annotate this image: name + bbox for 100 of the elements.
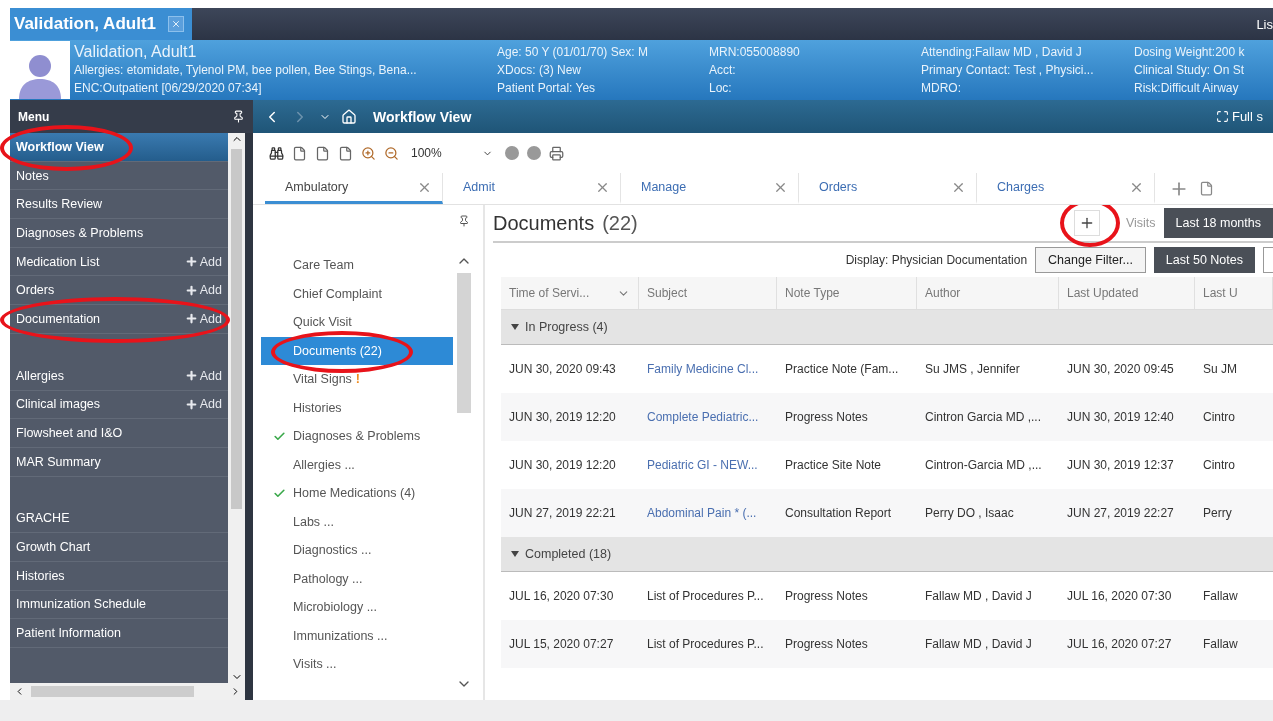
title-bar-link[interactable]: Lis [1256,16,1273,32]
page-icon[interactable] [338,145,353,161]
add-button[interactable]: Add [184,397,222,412]
column-header[interactable]: Time of Servi... [501,277,639,309]
table-cell-text: Progress Notes [784,410,869,424]
nav-item[interactable]: Vital Signs ! [261,365,453,394]
nav-item[interactable]: Chief Complaint [261,279,453,308]
zoom-out-icon[interactable] [384,145,399,161]
check-icon [273,486,286,500]
page-icon[interactable] [1199,181,1214,196]
horizontal-scrollbar[interactable] [10,683,245,700]
add-button[interactable]: Add [184,311,222,326]
subject-link[interactable]: Family Medicine Cl... [639,362,777,376]
display-label: Display: Physician Documentation [845,253,1028,267]
tab[interactable]: Manage [621,173,799,204]
table-cell-text: JUN 30, 2020 09:43 [508,362,617,376]
table-cell-text: Fallaw [1202,589,1239,603]
table-cell-text: List of Procedures P... [646,637,765,651]
nav-item[interactable]: Care Team [261,251,453,280]
column-header[interactable]: Last U [1195,277,1273,309]
plus-icon [184,369,198,383]
banner-text: Clinical Study: On St [1134,62,1246,79]
table-cell-text: Perry DO , Isaac [924,506,1015,520]
banner-text: Allergies: etomidate, Tylenol PM, bee pollen, Bee Stings, Bena... [74,62,418,79]
menu-title: Menu [18,109,50,124]
column-header[interactable]: Note Type [777,277,917,309]
maximize-icon [1215,110,1229,123]
table-cell-text: Progress Notes [784,589,869,603]
subject-link[interactable]: Pediatric GI - NEW... [639,458,777,472]
table-cell-text: JUN 30, 2019 12:40 [1066,410,1175,424]
add-button[interactable]: Add [184,254,222,269]
nav-item[interactable]: Immunizations ... [261,621,453,650]
column-header[interactable]: Subject [639,277,777,309]
home-icon[interactable] [341,108,357,125]
patient-name: Validation, Adult1 [74,43,198,61]
nav-item[interactable]: Visits ... [261,650,453,679]
subject-link[interactable]: Abdominal Pain * (... [639,506,777,520]
table-cell-text: List of Procedures P... [646,589,765,603]
nav-item[interactable]: Documents (22) [261,336,453,365]
table-cell-text: JUL 16, 2020 07:27 [1066,637,1173,651]
nav-item[interactable]: Diagnostics ... [261,536,453,565]
menu-item[interactable]: Documentation Add [10,305,228,334]
circle-icon[interactable] [505,146,519,160]
add-button[interactable]: Add [184,283,222,298]
nav-item[interactable]: Labs ... [261,507,453,536]
nav-item[interactable]: Histories [261,393,453,422]
tab[interactable]: Ambulatory [265,173,443,204]
banner-text: Patient Portal: Yes [497,80,597,97]
column-header[interactable]: Last Updated [1059,277,1195,309]
add-button[interactable]: Add [184,368,222,383]
page-icon[interactable] [292,145,307,161]
menu-item[interactable]: Workflow View [10,133,228,162]
pin-icon[interactable] [232,110,245,123]
banner-text: Risk:Difficult Airway [1134,80,1240,97]
page-icon[interactable] [315,145,330,161]
nav-item[interactable]: Home Medications (4) [261,479,453,508]
patient-tab[interactable]: Validation, Adult1 [10,8,192,40]
pin-icon[interactable] [458,215,470,227]
subject-link[interactable]: Complete Pediatric... [639,410,777,424]
table-cell-text: JUN 30, 2020 09:45 [1066,362,1175,376]
change-filter-button[interactable]: Change Filter... [1035,247,1146,273]
caret-icon[interactable] [511,324,519,330]
nav-item[interactable]: Diagnoses & Problems [261,422,453,451]
nav-item[interactable]: Quick Visit [261,308,453,337]
banner-text: MRN:055008890 [709,44,801,61]
notes-button[interactable]: Last 50 Notes [1153,247,1255,273]
table-cell-text: JUN 27, 2019 22:27 [1066,506,1175,520]
table-cell-text: Fallaw [1202,637,1239,651]
tab[interactable]: Admit [443,173,621,204]
table-cell-text: Perry [1202,506,1233,520]
column-header[interactable]: Author [917,277,1059,309]
close-icon[interactable] [168,16,184,32]
table-cell-text: Su JM [1202,362,1238,376]
zoom-select[interactable]: 100% [407,142,497,164]
printer-icon[interactable] [549,145,564,161]
group-row[interactable]: In Progress (4) [501,310,1273,345]
nav-item[interactable]: Microbiology ... [261,593,453,622]
table-cell-text: JUL 16, 2020 07:30 [1066,589,1173,603]
circle-icon[interactable] [527,146,541,160]
binoculars-icon[interactable] [269,145,284,161]
table-cell-text: Cintron Garcia MD ,... [924,410,1043,424]
zoom-in-icon[interactable] [361,145,376,161]
plus-icon [184,397,198,411]
caret-icon[interactable] [511,551,519,557]
table-cell-text: Consultation Report [784,506,893,520]
full-screen-button[interactable]: Full s [1215,109,1263,124]
tab[interactable]: Charges [977,173,1155,204]
table-cell-text: JUL 16, 2020 07:30 [508,589,615,603]
tab[interactable]: Orders [799,173,977,204]
banner-text: XDocs: (3) New [497,62,583,79]
table-cell-text: JUN 30, 2019 12:20 [508,458,617,472]
nav-item[interactable]: Pathology ... [261,564,453,593]
group-row[interactable]: Completed (18) [501,537,1273,572]
scrollbar-thumb[interactable] [457,273,471,413]
nav-item[interactable]: Allergies ... [261,450,453,479]
cut-off-button[interactable] [1263,247,1273,273]
scrollbar[interactable] [228,133,245,683]
add-button[interactable] [1073,210,1100,236]
range-button[interactable]: Last 18 months [1163,208,1273,238]
plus-icon [184,255,198,269]
